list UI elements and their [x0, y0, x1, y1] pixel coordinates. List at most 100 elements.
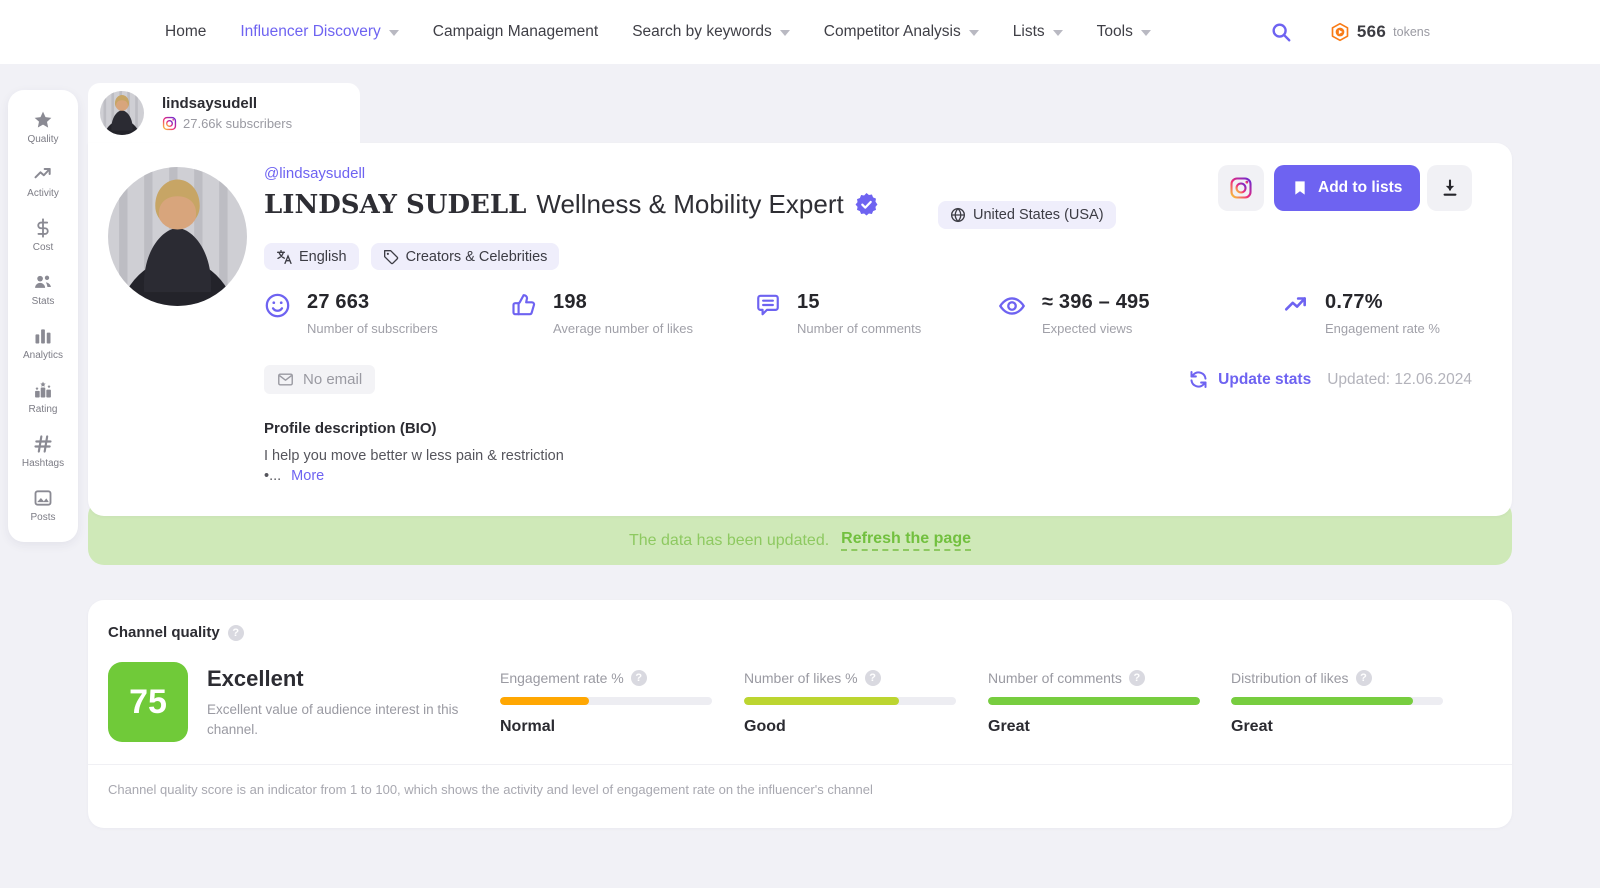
- bio-text: I help you move better w less pain & res…: [264, 448, 564, 464]
- metric-engagement-rate: Engagement rate %? Normal: [500, 670, 712, 736]
- nav-search-by-keywords[interactable]: Search by keywords: [632, 23, 790, 41]
- avatar: [100, 91, 144, 135]
- verified-badge-icon: [854, 192, 879, 217]
- add-to-lists-button[interactable]: Add to lists: [1274, 165, 1421, 211]
- nav-competitor-analysis[interactable]: Competitor Analysis: [824, 23, 979, 41]
- sidebar-item-quality[interactable]: Quality: [8, 100, 78, 154]
- email-chip: No email: [264, 365, 376, 394]
- quality-footnote: Channel quality score is an indicator fr…: [108, 782, 873, 797]
- comment-icon: [755, 292, 781, 336]
- metric-bar-fill: [1231, 697, 1414, 705]
- metric-bar-track: [988, 697, 1200, 705]
- tag-icon: [383, 249, 399, 265]
- bookmark-icon: [1292, 179, 1308, 197]
- nav-influencer-discovery[interactable]: Influencer Discovery: [240, 23, 399, 41]
- sidebar-item-analytics[interactable]: Analytics: [8, 316, 78, 370]
- metric-bar-track: [1231, 697, 1443, 705]
- globe-icon: [950, 207, 966, 223]
- bio-more-link[interactable]: More: [291, 468, 324, 484]
- refresh-page-link[interactable]: Refresh the page: [841, 530, 971, 551]
- metric-bar-track: [500, 697, 712, 705]
- chevron-down-icon: [968, 30, 979, 36]
- bio-text-truncated: •...: [264, 468, 282, 484]
- sidebar-item-rating[interactable]: Rating: [8, 370, 78, 424]
- stat-likes: 198 Average number of likes: [511, 291, 693, 336]
- sidebar-item-posts[interactable]: Posts: [8, 478, 78, 532]
- sidebar-item-stats[interactable]: Stats: [8, 262, 78, 316]
- metric-bar-fill: [988, 697, 1200, 705]
- download-report-button[interactable]: [1427, 165, 1472, 211]
- search-icon[interactable]: [1270, 21, 1292, 43]
- help-icon[interactable]: ?: [227, 624, 244, 641]
- dollar-icon: [33, 217, 53, 238]
- token-icon: [1330, 22, 1350, 42]
- star-icon: [33, 110, 53, 130]
- instagram-icon: [162, 116, 177, 131]
- nav-lists[interactable]: Lists: [1013, 23, 1063, 41]
- stat-expected-views: ≈ 396 – 495 Expected views: [998, 291, 1150, 336]
- help-icon[interactable]: ?: [1128, 670, 1145, 686]
- metric-bar-fill: [500, 697, 590, 705]
- avatar: [108, 167, 247, 306]
- language-badge: English: [264, 243, 359, 270]
- chevron-down-icon: [779, 30, 790, 36]
- profile-name: Wellness & Mobility Expert: [536, 189, 844, 219]
- download-icon: [1440, 178, 1460, 198]
- chevron-down-icon: [1052, 30, 1063, 36]
- sidebar-item-cost[interactable]: Cost: [8, 208, 78, 262]
- people-icon: [33, 272, 53, 292]
- smiley-icon: [264, 292, 291, 336]
- stat-comments: 15 Number of comments: [755, 291, 921, 336]
- banner-message: The data has been updated.: [629, 531, 830, 549]
- language-icon: [276, 249, 292, 265]
- image-icon: [33, 488, 53, 508]
- tokens-balance[interactable]: 566 tokens: [1330, 22, 1430, 42]
- help-icon[interactable]: ?: [1355, 670, 1372, 686]
- nav-items: Home Influencer Discovery Campaign Manag…: [165, 23, 1151, 41]
- tab-username: lindsaysudell: [162, 95, 258, 112]
- hashtag-icon: [33, 434, 53, 454]
- nav-home[interactable]: Home: [165, 23, 206, 41]
- channel-quality-card: Channel quality ? 75 Excellent Excellent…: [88, 600, 1512, 828]
- profile-card: @lindsaysudell LINDSAY SUDELL Wellness &…: [88, 143, 1512, 516]
- help-icon[interactable]: ?: [630, 670, 647, 686]
- trending-up-icon: [1283, 292, 1309, 336]
- metric-likes-distribution: Distribution of likes? Great: [1231, 670, 1443, 736]
- updated-date: Updated: 12.06.2024: [1327, 370, 1472, 388]
- category-badge: Creators & Celebrities: [370, 243, 560, 270]
- thumb-up-icon: [511, 292, 537, 336]
- profile-handle-link[interactable]: @lindsaysudell: [264, 165, 365, 182]
- stat-engagement-rate: 0.77% Engagement rate %: [1283, 291, 1440, 336]
- help-icon[interactable]: ?: [864, 670, 881, 686]
- divider: [88, 764, 1512, 765]
- instagram-link-button[interactable]: [1218, 165, 1264, 211]
- bio-title: Profile description (BIO): [264, 420, 437, 437]
- quality-description: Excellent value of audience interest in …: [207, 702, 459, 737]
- quality-score-badge: 75: [108, 662, 188, 742]
- chevron-down-icon: [1140, 30, 1151, 36]
- sidebar-item-activity[interactable]: Activity: [8, 154, 78, 208]
- metric-comments: Number of comments? Great: [988, 670, 1200, 736]
- metric-likes: Number of likes %? Good: [744, 670, 956, 736]
- sidebar-item-hashtags[interactable]: Hashtags: [8, 424, 78, 478]
- trending-up-icon: [33, 164, 53, 184]
- stat-subscribers: 27 663 Number of subscribers: [264, 291, 438, 336]
- bar-chart-icon: [33, 326, 53, 346]
- tab-subscribers: 27.66k subscribers: [183, 116, 293, 131]
- profile-tab[interactable]: lindsaysudell 27.66k subscribers: [88, 83, 360, 143]
- eye-icon: [998, 292, 1026, 336]
- metric-bar-fill: [744, 697, 899, 705]
- top-nav: Home Influencer Discovery Campaign Manag…: [0, 0, 1600, 64]
- metric-bar-track: [744, 697, 956, 705]
- envelope-icon: [277, 371, 294, 388]
- tokens-unit: tokens: [1393, 25, 1430, 39]
- sidebar: Quality Activity Cost Stats Analytics Ra…: [8, 90, 78, 542]
- quality-rating: Excellent: [207, 666, 304, 691]
- tokens-count: 566: [1356, 22, 1387, 41]
- update-stats-button[interactable]: Update stats: [1188, 369, 1311, 390]
- profile-name-styled: LINDSAY SUDELL: [264, 189, 527, 220]
- nav-campaign-management[interactable]: Campaign Management: [433, 23, 598, 41]
- country-badge: United States (USA): [938, 201, 1116, 229]
- refresh-icon: [1188, 369, 1209, 390]
- nav-tools[interactable]: Tools: [1097, 23, 1151, 41]
